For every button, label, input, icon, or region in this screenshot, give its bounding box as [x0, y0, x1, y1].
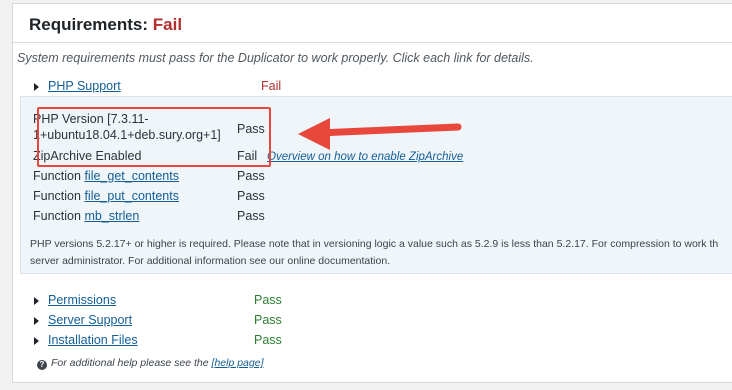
- triangle-right-icon: [34, 337, 39, 345]
- server-support-link[interactable]: Server Support: [48, 313, 132, 327]
- help-footer: ? For additional help please see the [hel…: [37, 357, 264, 370]
- installation-files-link[interactable]: Installation Files: [48, 333, 138, 347]
- server-support-status: Pass: [254, 313, 282, 327]
- permissions-status: Pass: [254, 293, 282, 307]
- triangle-right-icon: [34, 297, 39, 305]
- help-text: For additional help please see the: [51, 357, 209, 369]
- installation-files-status: Pass: [254, 333, 282, 347]
- triangle-right-icon: [34, 317, 39, 325]
- help-page-link[interactable]: [help page]: [212, 357, 264, 369]
- annotation-arrow-icon: [298, 118, 462, 150]
- question-circle-icon: ?: [37, 360, 47, 370]
- permissions-link[interactable]: Permissions: [48, 293, 116, 307]
